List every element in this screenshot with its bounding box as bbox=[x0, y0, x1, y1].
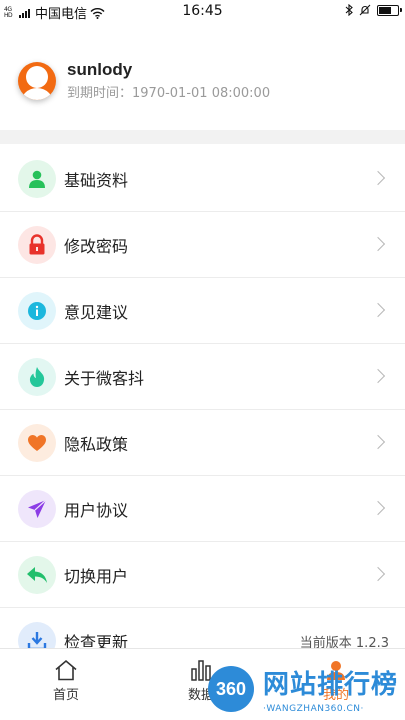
profile-info: sunlody 到期时间：1970-01-01 08:00:00 bbox=[67, 60, 270, 101]
menu-item-change-password[interactable]: 修改密码 bbox=[0, 212, 405, 278]
bluetooth-icon bbox=[345, 4, 353, 16]
menu-label: 隐私政策 bbox=[64, 434, 129, 454]
menu-label: 基础资料 bbox=[64, 170, 129, 190]
chevron-right-icon bbox=[370, 500, 386, 516]
expire-value: 1970-01-01 08:00:00 bbox=[132, 86, 271, 101]
nav-home[interactable]: 首页 bbox=[36, 659, 96, 703]
menu-item-about[interactable]: 关于微客抖 bbox=[0, 344, 405, 410]
menu-item-switch-user[interactable]: 切换用户 bbox=[0, 542, 405, 608]
heart-icon bbox=[18, 424, 56, 462]
menu-item-user-agreement[interactable]: 用户协议 bbox=[0, 476, 405, 542]
section-divider bbox=[0, 130, 405, 144]
reply-arrow-icon bbox=[18, 556, 56, 594]
paper-plane-icon bbox=[18, 490, 56, 528]
chevron-right-icon bbox=[370, 434, 386, 450]
flame-icon bbox=[18, 358, 56, 396]
mute-bell-icon bbox=[359, 4, 371, 16]
menu-label: 关于微客抖 bbox=[64, 368, 145, 388]
expire-time: 到期时间：1970-01-01 08:00:00 bbox=[67, 82, 270, 101]
expire-label: 到期时间： bbox=[67, 86, 133, 101]
menu-item-basic-info[interactable]: 基础资料 bbox=[0, 146, 405, 212]
profile-header[interactable]: sunlody 到期时间：1970-01-01 08:00:00 bbox=[18, 60, 270, 101]
username: sunlody bbox=[67, 60, 133, 79]
menu-label: 意见建议 bbox=[64, 302, 129, 322]
chevron-right-icon bbox=[370, 566, 386, 582]
menu-item-feedback[interactable]: 意见建议 bbox=[0, 278, 405, 344]
status-bar: 4G HD 中国电信 16:45 bbox=[0, 0, 405, 22]
chevron-right-icon bbox=[370, 170, 386, 186]
lock-icon bbox=[18, 226, 56, 264]
menu-label: 修改密码 bbox=[64, 236, 129, 256]
status-right bbox=[345, 4, 402, 16]
home-icon bbox=[55, 659, 77, 681]
chevron-right-icon bbox=[370, 302, 386, 318]
battery-icon bbox=[377, 4, 402, 16]
watermark-title: 网站排行榜 bbox=[263, 670, 399, 700]
avatar[interactable] bbox=[18, 61, 56, 100]
menu-label: 用户协议 bbox=[64, 500, 129, 520]
info-icon bbox=[18, 292, 56, 330]
watermark-subtitle: ·WANGZHAN360.CN· bbox=[263, 704, 364, 714]
user-icon bbox=[18, 160, 56, 198]
chevron-right-icon bbox=[370, 236, 386, 252]
settings-menu: 基础资料 修改密码 意见建议 关于微客抖 隐私政策 用户协议 切换用户 检查更新… bbox=[0, 146, 405, 674]
watermark-logo: 360 bbox=[208, 666, 254, 712]
nav-label: 首页 bbox=[52, 688, 79, 703]
menu-item-privacy-policy[interactable]: 隐私政策 bbox=[0, 410, 405, 476]
site-watermark: 360 网站排行榜 ·WANGZHAN360.CN· bbox=[205, 660, 405, 720]
menu-label: 切换用户 bbox=[64, 566, 129, 586]
chevron-right-icon bbox=[370, 368, 386, 384]
